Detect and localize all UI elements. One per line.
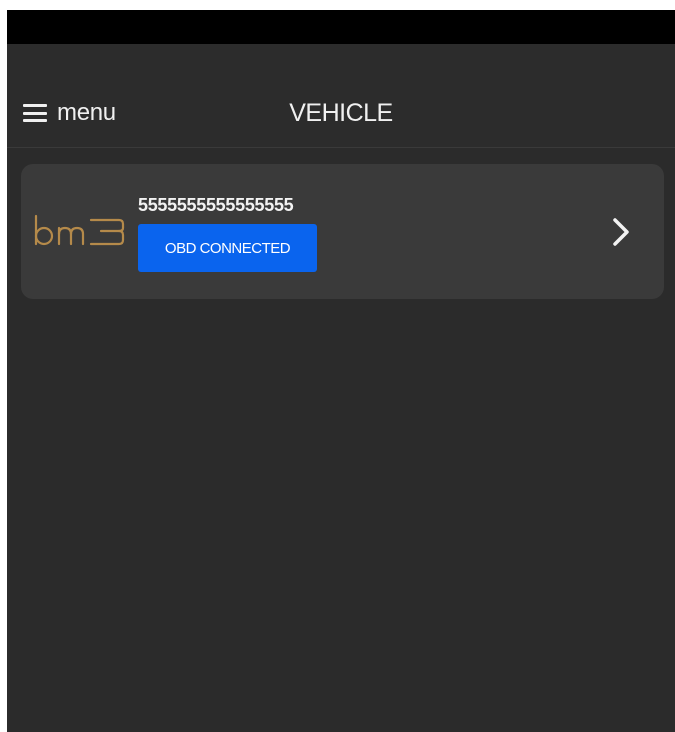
nav-bar: menu VEHICLE bbox=[7, 44, 675, 148]
status-bar bbox=[7, 10, 675, 44]
vehicle-id: 5555555555555555 bbox=[138, 195, 294, 215]
chevron-right-icon[interactable] bbox=[611, 216, 631, 248]
vehicle-card[interactable]: bm3 5555555555555555 OBD CONNECTED bbox=[21, 164, 664, 299]
bm3-logo: bm3 bbox=[34, 214, 125, 246]
page-title: VEHICLE bbox=[289, 99, 393, 127]
status-badge-label: OBD CONNECTED bbox=[164, 239, 291, 257]
app-screen: menu VEHICLE bm3 5555555555555555 OBD CO… bbox=[7, 10, 675, 732]
status-badge: OBD CONNECTED bbox=[138, 224, 317, 272]
